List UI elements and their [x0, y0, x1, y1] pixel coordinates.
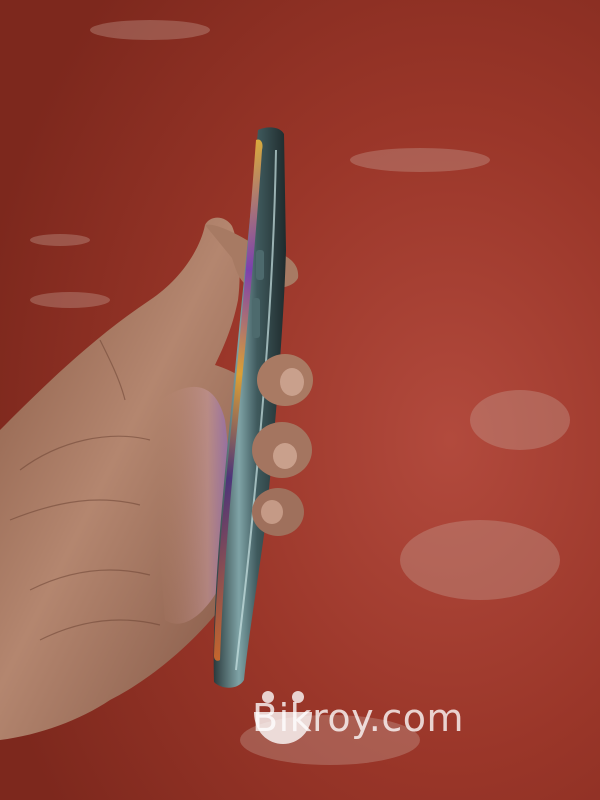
photo-scene: Bikroy.com — [0, 0, 600, 800]
power-button — [252, 298, 260, 338]
volume-button — [256, 250, 264, 280]
bikroy-watermark: Bikroy.com — [252, 688, 464, 748]
scene-drawing — [0, 0, 600, 800]
bikroy-smiley-logo-icon — [254, 691, 312, 744]
